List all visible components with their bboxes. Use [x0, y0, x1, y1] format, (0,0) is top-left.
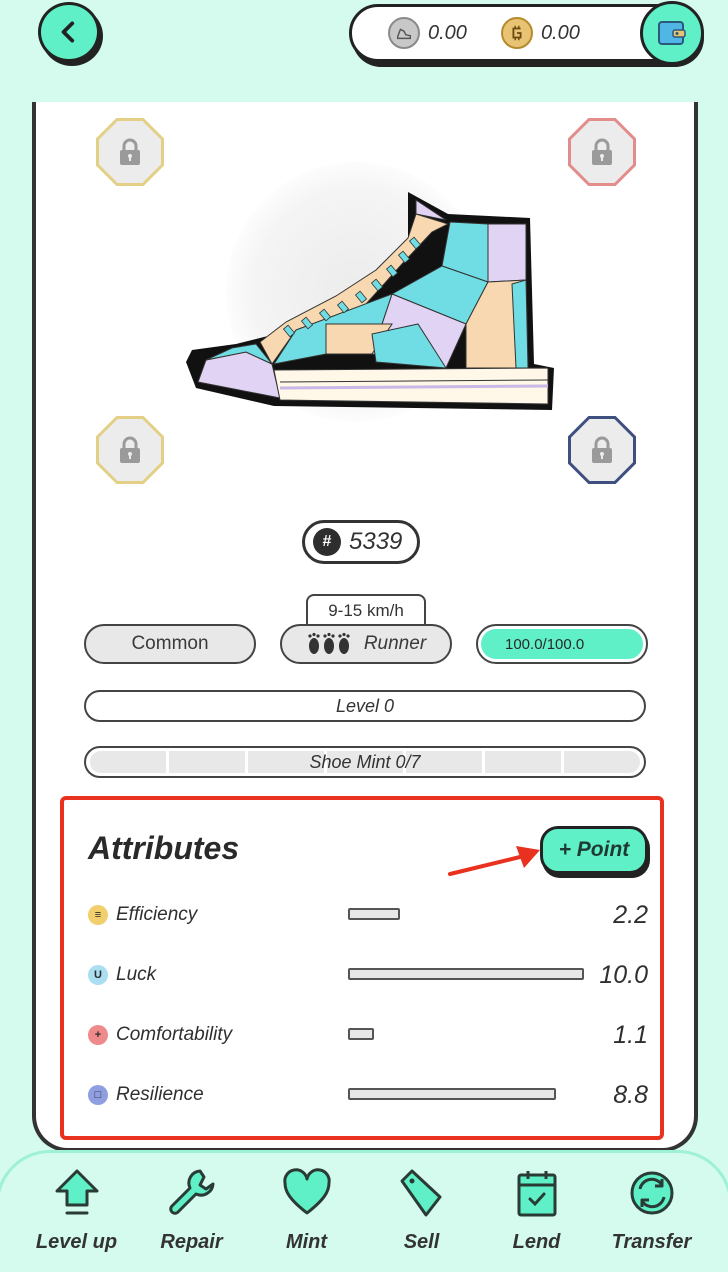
- resilience-icon: □: [88, 1085, 108, 1105]
- lend-label: Lend: [512, 1231, 561, 1253]
- repair-label: Repair: [160, 1231, 223, 1253]
- durability-bar: 100.0/100.0: [476, 624, 648, 664]
- price-tag-icon: [400, 1169, 441, 1217]
- chevron-left-icon: [61, 21, 75, 43]
- shoe-coin-icon: [388, 17, 420, 49]
- sneaker-image: [186, 192, 554, 410]
- durability-value: 100.0/100.0: [505, 635, 585, 653]
- type-label: Runner: [363, 633, 427, 654]
- speed-range: 9-15 km/h: [328, 601, 404, 620]
- gem-socket-top-left[interactable]: [96, 118, 164, 186]
- wallet-button[interactable]: [640, 1, 704, 65]
- wrench-icon: [168, 1169, 214, 1215]
- shoe-mint-label: Shoe Mint 0/7: [309, 751, 421, 772]
- attribute-value: 2.2: [613, 900, 648, 929]
- attribute-bar: [348, 968, 584, 982]
- repair-button[interactable]: Repair: [142, 1167, 242, 1272]
- wallet-icon: [658, 21, 686, 45]
- type-badge: Runner: [280, 624, 452, 664]
- attribute-bar: [348, 908, 584, 922]
- shoe-mint-bar: Shoe Mint 0/7: [84, 746, 646, 778]
- rarity-badge: Common: [84, 624, 256, 664]
- shoe-mint-segment: [169, 751, 245, 773]
- calendar-check-icon: [517, 1171, 556, 1217]
- attribute-name: Resilience: [116, 1084, 204, 1105]
- attribute-name: Comfortability: [116, 1024, 233, 1045]
- attribute-bar-fill: [348, 908, 400, 920]
- attribute-row-efficiency: ≡ Efficiency 2.2: [88, 900, 648, 930]
- attribute-bar: [348, 1088, 584, 1102]
- attribute-row-comfortability: + Comfortability 1.1: [88, 1020, 648, 1050]
- lend-button[interactable]: Lend: [487, 1167, 587, 1272]
- balance-bar: 0.00 0.00: [349, 1, 704, 65]
- level-up-label: Level up: [35, 1231, 118, 1253]
- gmt-balance-value: 0.00: [540, 21, 580, 44]
- durability-fill: 100.0/100.0: [481, 629, 643, 659]
- shoe-mint-segment: [90, 751, 166, 773]
- attributes-panel: Attributes + Point ≡ Efficiency 2.2 U Luck 10…: [60, 796, 664, 1140]
- level-bar: Level 0: [84, 690, 646, 722]
- shoe-mint-segment: [485, 751, 561, 773]
- sneaker-card: # 5339 Common 9-15 km/h Runner 100.0/100…: [32, 102, 698, 1152]
- attribute-row-resilience: □ Resilience 8.8: [88, 1080, 648, 1110]
- transfer-cycle-icon: [630, 1171, 673, 1215]
- gmt-balance: 0.00: [500, 17, 580, 49]
- attribute-value: 1.1: [613, 1020, 648, 1049]
- attribute-value: 10.0: [599, 960, 648, 989]
- comfortability-icon: +: [88, 1025, 108, 1045]
- transfer-button[interactable]: Transfer: [602, 1167, 702, 1272]
- mint-button[interactable]: Mint: [257, 1167, 357, 1272]
- back-button[interactable]: [38, 2, 100, 62]
- attribute-bar-fill: [348, 968, 584, 980]
- gem-socket-top-right[interactable]: [568, 118, 636, 186]
- token-id-badge: # 5339: [302, 520, 420, 564]
- bottom-action-bar: Level up Repair Mint Sell Lend Transfer: [0, 1150, 728, 1272]
- add-point-button[interactable]: + Point: [540, 826, 648, 874]
- mint-label: Mint: [285, 1231, 328, 1253]
- token-id: 5339: [349, 528, 403, 555]
- lock-icon: [120, 436, 140, 463]
- level-up-button[interactable]: Level up: [27, 1167, 127, 1272]
- lock-icon: [120, 138, 140, 165]
- annotation-arrow: [448, 846, 540, 876]
- speed-range-tag: 9-15 km/h: [306, 594, 426, 626]
- gem-socket-bottom-left[interactable]: [96, 416, 164, 484]
- efficiency-icon: ≡: [88, 905, 108, 925]
- attribute-row-luck: U Luck 10.0: [88, 960, 648, 990]
- shoe-mint-segment: [564, 751, 640, 773]
- attribute-value: 8.8: [613, 1080, 648, 1109]
- attribute-bar-fill: [348, 1088, 556, 1100]
- level-label: Level 0: [335, 695, 395, 716]
- level-up-arrow-icon: [55, 1169, 98, 1215]
- footprints-icon: [308, 632, 350, 654]
- attribute-name: Luck: [116, 964, 157, 985]
- lock-icon: [592, 138, 612, 165]
- transfer-label: Transfer: [611, 1231, 692, 1253]
- gst-balance-value: 0.00: [428, 21, 467, 44]
- gst-balance: 0.00: [388, 17, 467, 49]
- heart-icon: [282, 1168, 331, 1215]
- lock-icon: [592, 436, 612, 463]
- sell-button[interactable]: Sell: [372, 1167, 472, 1272]
- hash-icon: #: [313, 528, 341, 556]
- sell-label: Sell: [403, 1231, 440, 1253]
- attribute-bar: [348, 1028, 584, 1042]
- gem-socket-bottom-right[interactable]: [568, 416, 636, 484]
- luck-icon: U: [88, 965, 108, 985]
- attributes-title: Attributes: [88, 830, 240, 866]
- rarity-label: Common: [131, 633, 209, 654]
- attribute-bar-fill: [348, 1028, 374, 1040]
- attribute-name: Efficiency: [116, 904, 198, 925]
- gmt-coin-icon: [500, 17, 533, 49]
